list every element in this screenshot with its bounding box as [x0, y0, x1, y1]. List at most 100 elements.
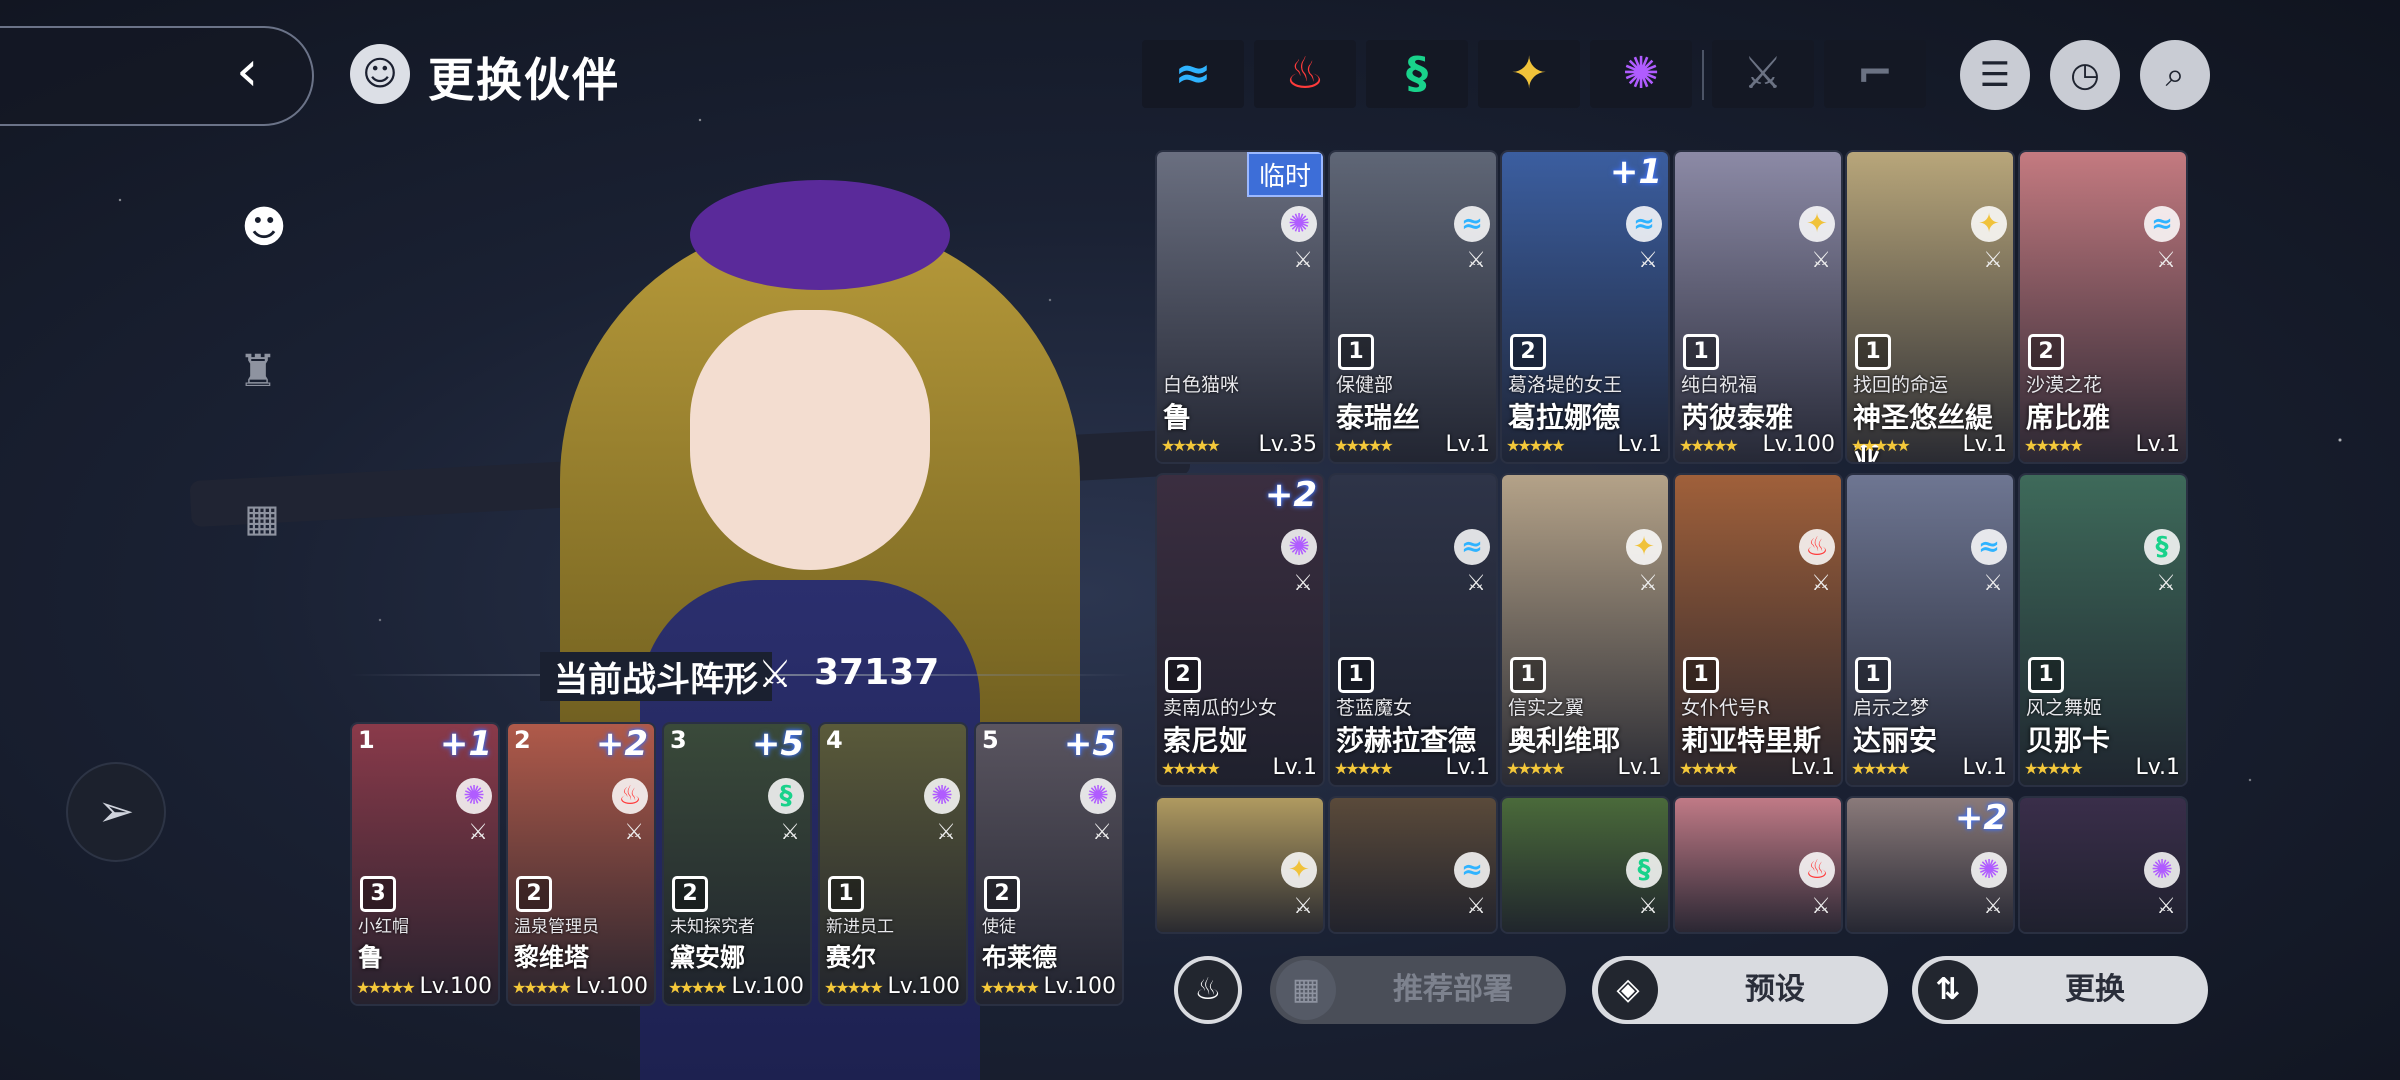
element-icon: ♨: [612, 778, 648, 814]
timer-icon[interactable]: ◷: [2050, 40, 2120, 110]
sword-icon[interactable]: ⚔: [1712, 40, 1814, 108]
roster-character-card[interactable]: +1 ≈ ⚔ 2 葛洛堤的女王 葛拉娜德 ★★★★★ Lv.1: [1500, 150, 1670, 464]
roster-character-card[interactable]: ≈ ⚔ 1 保健部 泰瑞丝 ★★★★★ Lv.1: [1328, 150, 1498, 464]
weapon-icon: ⚔: [1638, 894, 1658, 919]
wind-element-icon[interactable]: §: [1366, 40, 1468, 108]
character-level: Lv.35: [1258, 432, 1317, 457]
food-button[interactable]: ♨: [1174, 956, 1242, 1024]
roster-character-card[interactable]: ≈ ⚔ 2 沙漠之花 席比雅 ★★★★★ Lv.1: [2018, 150, 2188, 464]
star-rating: ★★★★★: [1334, 759, 1394, 778]
star-rating: ★★★★★: [980, 978, 1040, 997]
element-icon: §: [1626, 852, 1662, 888]
element-icon: ✦: [1626, 529, 1662, 565]
character-level: Lv.1: [1445, 755, 1490, 780]
roster-character-card[interactable]: 临时 ✺ ⚔ 白色猫咪鲁 ★★★★★ Lv.35: [1155, 150, 1325, 464]
gun-icon[interactable]: ⌐: [1824, 40, 1926, 108]
search-icon[interactable]: ⌕: [2140, 40, 2210, 110]
character-title: 小红帽: [358, 917, 409, 937]
weapon-icon: ⚔: [1811, 571, 1831, 596]
team-slot-card[interactable]: 5 +5 ✺ ⚔ 2 使徒 布莱德 ★★★★★ Lv.100: [974, 722, 1124, 1006]
character-level: Lv.100: [1043, 974, 1116, 999]
character-level: Lv.1: [1790, 755, 1835, 780]
team-slot-card[interactable]: 2 +2 ♨ ⚔ 2 温泉管理员 黎维塔 ★★★★★ Lv.100: [506, 722, 656, 1006]
roster-character-card[interactable]: ≈ ⚔ 1 苍蓝魔女 莎赫拉查德 ★★★★★ Lv.1: [1328, 473, 1498, 787]
helmet-tab-icon[interactable]: ♜: [226, 340, 290, 404]
character-level: Lv.100: [575, 974, 648, 999]
roster-character-card[interactable]: ✺ ⚔: [2018, 796, 2188, 934]
roster-character-card[interactable]: ✦ ⚔ 1 纯白祝福 芮彼泰雅 ★★★★★ Lv.100: [1673, 150, 1843, 464]
dark-element-icon[interactable]: ✺: [1590, 40, 1692, 108]
roster-character-card[interactable]: § ⚔ 1 风之舞姬 贝那卡 ★★★★★ Lv.1: [2018, 473, 2188, 787]
character-name: 黎维塔: [514, 943, 590, 972]
star-rating: ★★★★★: [1334, 436, 1394, 455]
rank-badge: 1: [2028, 657, 2064, 693]
rank-badge: 2: [984, 876, 1020, 912]
team-slot-card[interactable]: 4 ✺ ⚔ 1 新进员工 赛尔 ★★★★★ Lv.100: [818, 722, 968, 1006]
element-icon: ≈: [2144, 206, 2180, 242]
formation-label: 当前战斗阵形: [540, 652, 772, 701]
character-level: Lv.100: [1762, 432, 1835, 457]
boost-level: +5: [751, 724, 804, 764]
star-rating: ★★★★★: [1679, 436, 1739, 455]
formation-power: 37137: [814, 652, 940, 693]
rank-badge: 1: [1510, 657, 1546, 693]
weapon-icon: ⚔: [1293, 571, 1313, 596]
character-level: Lv.1: [1272, 755, 1317, 780]
element-icon: ✦: [1971, 206, 2007, 242]
element-icon: ≈: [1626, 206, 1662, 242]
rank-badge: 1: [1683, 334, 1719, 370]
star-rating: ★★★★★: [512, 978, 572, 997]
light-element-icon[interactable]: ✦: [1478, 40, 1580, 108]
roster-character-card[interactable]: ✦ ⚔ 1 找回的命运 神圣悠丝緹亚 ★★★★★ Lv.1: [1845, 150, 2015, 464]
roster-character-card[interactable]: § ⚔: [1500, 796, 1670, 934]
roster-character-card[interactable]: ✦ ⚔: [1155, 796, 1325, 934]
character-tab-icon[interactable]: ☻: [232, 196, 296, 260]
weapon-icon: ⚔: [1811, 248, 1831, 273]
character-face: [690, 310, 930, 570]
star-rating: ★★★★★: [2024, 759, 2084, 778]
fire-element-icon[interactable]: ♨: [1254, 40, 1356, 108]
team-slot-card[interactable]: 1 +1 ✺ ⚔ 3 小红帽鲁 ★★★★★ Lv.100: [350, 722, 500, 1006]
star-rating: ★★★★★: [356, 978, 416, 997]
grid-tab-icon[interactable]: ▦: [230, 486, 294, 550]
boost-level: +5: [1063, 724, 1116, 764]
boost-level: +2: [595, 724, 648, 764]
water-element-icon[interactable]: ≈: [1142, 40, 1244, 108]
element-icon: ♨: [1799, 529, 1835, 565]
star-rating: ★★★★★: [1851, 436, 1911, 455]
character-title: 风之舞姬: [2026, 697, 2103, 719]
preset-label: 预设: [1745, 972, 1805, 1007]
sort-filter-icon[interactable]: ☰: [1960, 40, 2030, 110]
rank-badge: 1: [828, 876, 864, 912]
back-button[interactable]: [0, 26, 314, 126]
swap-button[interactable]: ⇅ 更换: [1912, 956, 2208, 1024]
roster-character-card[interactable]: ≈ ⚔ 1 启示之梦 达丽安 ★★★★★ Lv.1: [1845, 473, 2015, 787]
weapon-icon: ⚔: [2156, 248, 2176, 273]
roster-character-card[interactable]: ♨ ⚔ 1 女仆代号R 莉亚特里斯 ★★★★★ Lv.1: [1673, 473, 1843, 787]
element-icon: ✦: [1799, 206, 1835, 242]
character-bow: [690, 180, 950, 290]
weapon-icon: ⚔: [1466, 248, 1486, 273]
roster-character-card[interactable]: +2 ✺ ⚔: [1845, 796, 2015, 934]
character-title: 纯白祝福: [1681, 374, 1758, 396]
roster-character-card[interactable]: ♨ ⚔: [1673, 796, 1843, 934]
roster-character-card[interactable]: ≈ ⚔: [1328, 796, 1498, 934]
rank-badge: 2: [2028, 334, 2064, 370]
roster-character-card[interactable]: ✦ ⚔ 1 信实之翼 奥利维耶 ★★★★★ Lv.1: [1500, 473, 1670, 787]
chevron-left-icon[interactable]: ‹: [236, 44, 258, 100]
weapon-icon: ⚔: [780, 820, 800, 845]
send-icon[interactable]: ➢: [66, 762, 166, 862]
roster-character-card[interactable]: +2 ✺ ⚔ 2 卖南瓜的少女 索尼娅 ★★★★★ Lv.1: [1155, 473, 1325, 787]
recommend-deploy-button[interactable]: ▦ 推荐部署: [1270, 956, 1566, 1024]
slot-number: 5: [982, 726, 999, 754]
element-icon: §: [768, 778, 804, 814]
swap-label: 更换: [2065, 972, 2125, 1007]
preset-button[interactable]: ◈ 预设: [1592, 956, 1888, 1024]
character-name: 赛尔: [826, 943, 877, 972]
element-icon: ✺: [924, 778, 960, 814]
element-icon: ✺: [1080, 778, 1116, 814]
character-level: Lv.1: [1445, 432, 1490, 457]
team-slot-card[interactable]: 3 +5 § ⚔ 2 未知探究者 黛安娜 ★★★★★ Lv.100: [662, 722, 812, 1006]
element-icon: ♨: [1799, 852, 1835, 888]
rank-badge: 1: [1338, 334, 1374, 370]
